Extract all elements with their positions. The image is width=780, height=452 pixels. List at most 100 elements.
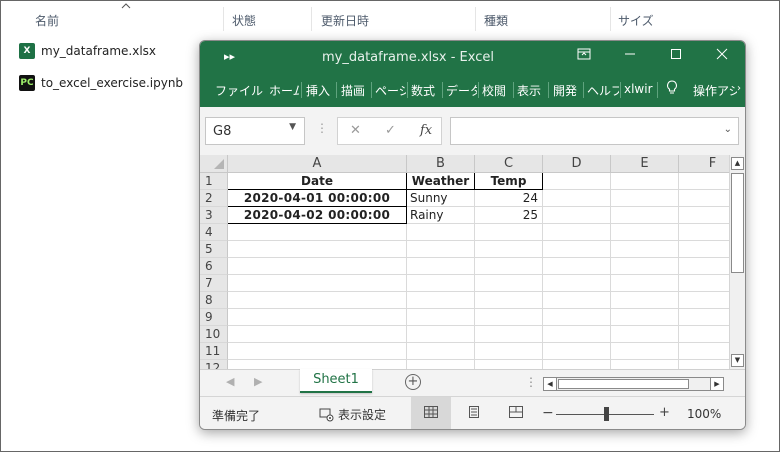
file-name: to_excel_exercise.ipynb: [41, 76, 184, 90]
maximize-icon[interactable]: [666, 47, 686, 67]
tab-divider: [371, 82, 372, 98]
cell-b2[interactable]: Sunny: [407, 190, 474, 207]
tab-developer[interactable]: 開発: [553, 82, 577, 99]
tab-data[interactable]: データ: [446, 82, 477, 99]
window-title: my_dataframe.xlsx - Excel: [322, 50, 494, 65]
insert-function-icon[interactable]: fx: [420, 123, 432, 138]
cell-c3[interactable]: 25: [475, 207, 542, 224]
tab-formulas[interactable]: 数式: [411, 82, 435, 99]
tab-file[interactable]: ファイル: [215, 82, 263, 99]
cell-c1[interactable]: Temp: [475, 173, 543, 190]
zoom-out-button[interactable]: −: [542, 405, 554, 421]
tab-divider: [620, 82, 621, 98]
row-header[interactable]: 9: [200, 309, 228, 326]
tell-me-search[interactable]: 操作アシ: [693, 82, 737, 99]
tab-draw[interactable]: 描画: [341, 82, 365, 99]
row-header[interactable]: 3: [200, 207, 228, 224]
row-header[interactable]: 7: [200, 275, 228, 292]
zoom-slider-thumb[interactable]: [604, 407, 609, 421]
tab-divider: [548, 82, 549, 98]
cancel-icon[interactable]: ✕: [350, 123, 361, 138]
scroll-up-icon[interactable]: ▲: [731, 157, 744, 170]
column-divider[interactable]: [311, 7, 312, 31]
horizontal-scrollbar[interactable]: ◀ ▶: [543, 377, 724, 391]
column-header-name[interactable]: 名前: [35, 12, 59, 29]
tab-review[interactable]: 校閲: [482, 82, 506, 99]
column-header-f[interactable]: F: [679, 155, 729, 173]
cell-a1[interactable]: Date: [228, 173, 407, 190]
scrollbar-thumb[interactable]: [731, 173, 744, 273]
column-header-type[interactable]: 種類: [484, 12, 508, 29]
ribbon-display-icon[interactable]: [574, 47, 594, 67]
chevron-down-icon[interactable]: ▼: [289, 122, 296, 132]
select-all-corner[interactable]: [200, 155, 228, 173]
row-header[interactable]: 6: [200, 258, 228, 275]
tab-xlwings[interactable]: xlwir: [624, 82, 654, 96]
ribbon-scroll-right-icon[interactable]: ›: [737, 83, 741, 94]
scroll-down-icon[interactable]: ▼: [731, 354, 744, 367]
add-sheet-icon[interactable]: +: [405, 374, 421, 390]
scrollbar-thumb[interactable]: [558, 379, 689, 389]
file-item[interactable]: PC to_excel_exercise.ipynb: [19, 75, 183, 91]
column-header-c[interactable]: C: [475, 155, 543, 173]
column-divider[interactable]: [610, 7, 611, 31]
row-header[interactable]: 8: [200, 292, 228, 309]
tab-sheet1[interactable]: Sheet1: [300, 369, 372, 393]
tab-help[interactable]: ヘルプ: [587, 82, 619, 99]
row-header[interactable]: 11: [200, 343, 228, 360]
tab-divider: [301, 82, 302, 98]
tab-page-layout[interactable]: ページ: [375, 82, 406, 99]
enter-check-icon[interactable]: ✓: [385, 123, 396, 138]
name-box[interactable]: G8 ▼: [205, 117, 305, 145]
cell-a2[interactable]: 2020-04-01 00:00:00: [228, 190, 407, 207]
grip-dots-icon[interactable]: ⋮: [525, 375, 537, 389]
column-header-modified[interactable]: 更新日時: [321, 12, 369, 29]
column-header-b[interactable]: B: [407, 155, 475, 173]
previous-sheet-icon[interactable]: ◀: [226, 375, 234, 388]
zoom-level[interactable]: 100%: [687, 407, 721, 421]
title-bar[interactable]: ▸▸ my_dataframe.xlsx - Excel: [200, 41, 745, 73]
cell-a3[interactable]: 2020-04-02 00:00:00: [228, 207, 407, 224]
minimize-icon[interactable]: [620, 47, 640, 67]
pycharm-file-icon: PC: [19, 75, 35, 91]
close-icon[interactable]: [712, 47, 732, 67]
display-settings-button[interactable]: 表示設定: [319, 406, 386, 423]
formula-input[interactable]: ⌄: [450, 117, 739, 145]
row-header[interactable]: 2: [200, 190, 228, 207]
tab-view[interactable]: 表示: [517, 82, 541, 99]
column-divider[interactable]: [223, 7, 224, 31]
sort-ascending-icon[interactable]: [121, 3, 131, 9]
spreadsheet-grid[interactable]: A B C D E F 1 2 3 4 5 6 7 8 9 10 11 12 D…: [200, 155, 729, 369]
cell-b1[interactable]: Weather: [407, 173, 475, 190]
column-header-size[interactable]: サイズ: [618, 12, 654, 29]
column-header-a[interactable]: A: [228, 155, 407, 173]
next-sheet-icon[interactable]: ▶: [254, 375, 262, 388]
grid-line: [228, 308, 729, 309]
row-header[interactable]: 10: [200, 326, 228, 343]
row-header[interactable]: 4: [200, 224, 228, 241]
cell-c2[interactable]: 24: [475, 190, 542, 207]
column-divider[interactable]: [475, 7, 476, 31]
row-header[interactable]: 1: [200, 173, 228, 190]
scroll-left-icon[interactable]: ◀: [543, 377, 557, 391]
column-header-d[interactable]: D: [543, 155, 611, 173]
cell-b3[interactable]: Rainy: [407, 207, 474, 224]
normal-view-icon[interactable]: [411, 397, 451, 429]
quick-access-icon[interactable]: ▸▸: [224, 50, 235, 63]
tab-home[interactable]: ホーム: [269, 82, 299, 99]
scroll-right-icon[interactable]: ▶: [710, 377, 724, 391]
row-header[interactable]: 12: [200, 360, 228, 369]
grip-dots-icon[interactable]: ⋮: [316, 121, 328, 135]
zoom-in-button[interactable]: +: [659, 405, 670, 420]
column-header-status[interactable]: 状態: [232, 12, 256, 29]
lightbulb-icon[interactable]: [666, 80, 678, 99]
tab-insert[interactable]: 挿入: [306, 82, 330, 99]
sheet-tab-bar: ◀ ▶ Sheet1 + ⋮ ◀ ▶: [200, 369, 745, 395]
expand-formula-bar-icon[interactable]: ⌄: [724, 124, 732, 135]
vertical-scrollbar[interactable]: ▲ ▼: [729, 155, 745, 369]
file-item[interactable]: X my_dataframe.xlsx: [19, 43, 156, 59]
row-header[interactable]: 5: [200, 241, 228, 258]
column-header-e[interactable]: E: [611, 155, 679, 173]
page-layout-view-icon[interactable]: [454, 397, 494, 429]
page-break-view-icon[interactable]: [496, 397, 536, 429]
